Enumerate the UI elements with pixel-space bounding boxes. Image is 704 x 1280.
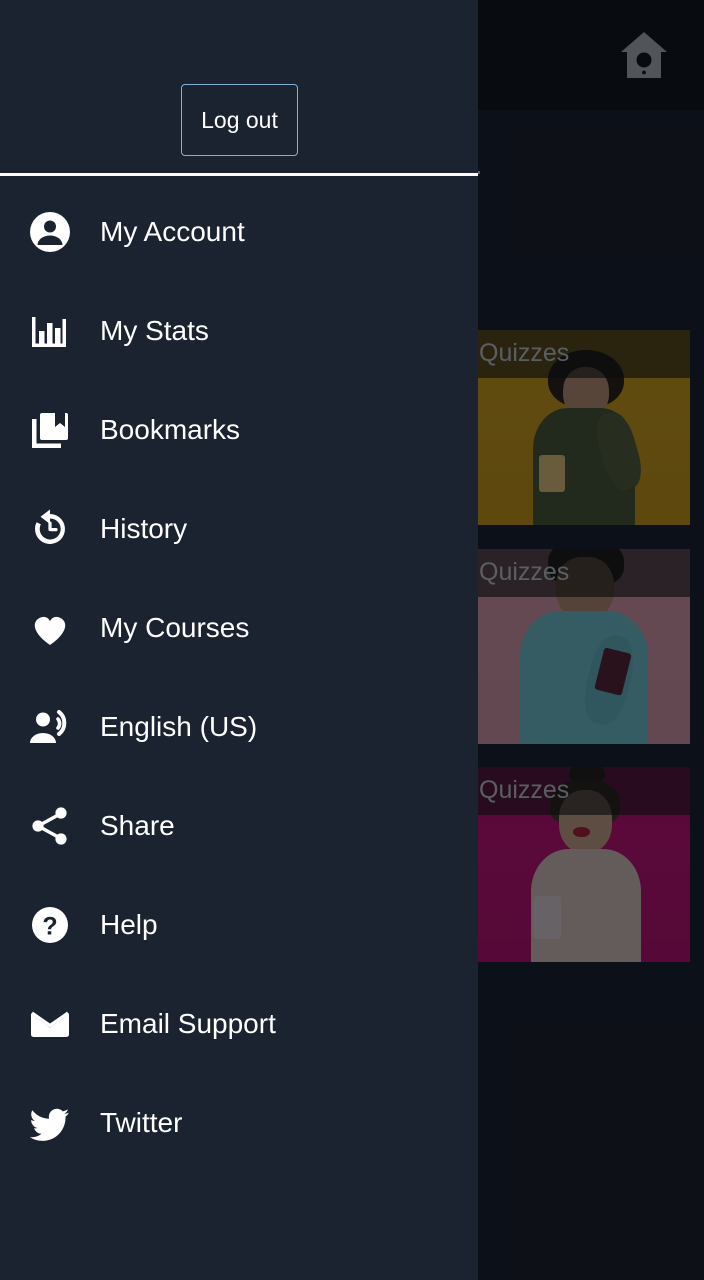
drawer-header-divider: [0, 173, 478, 176]
menu-item-label: Email Support: [100, 1007, 276, 1039]
menu-item-label: My Courses: [100, 611, 250, 643]
drawer-header: Log out: [0, 0, 478, 176]
share-icon: [28, 804, 72, 848]
menu-item-label: History: [100, 512, 188, 544]
menu-item-label: My Account: [100, 215, 245, 247]
menu-item-my-stats[interactable]: My Stats: [0, 281, 478, 380]
menu-item-bookmarks[interactable]: Bookmarks: [0, 380, 478, 479]
log-out-button[interactable]: Log out: [181, 84, 298, 156]
menu-item-label: Share: [100, 809, 175, 841]
record-voice-over-icon: [28, 705, 72, 749]
drawer-menu-list: My Account My Stats Bookmarks History My…: [0, 182, 478, 1172]
menu-item-my-account[interactable]: My Account: [0, 182, 478, 281]
menu-item-share[interactable]: Share: [0, 776, 478, 875]
bar-chart-icon: [28, 309, 72, 353]
svg-text:?: ?: [42, 912, 57, 940]
menu-item-twitter[interactable]: Twitter: [0, 1073, 478, 1172]
menu-item-label: Help: [100, 908, 158, 940]
menu-item-label: My Stats: [100, 314, 209, 346]
menu-item-history[interactable]: History: [0, 479, 478, 578]
bookmarks-icon: [28, 408, 72, 452]
email-icon: [28, 1002, 72, 1046]
menu-item-label: Bookmarks: [100, 413, 241, 445]
menu-item-email-support[interactable]: Email Support: [0, 974, 478, 1073]
app-screen: xpressions Quizzes Quizzes: [0, 0, 704, 1280]
account-circle-icon: [28, 210, 72, 254]
help-circle-icon: ?: [28, 903, 72, 947]
menu-item-label: Twitter: [100, 1106, 183, 1138]
drawer-scrim-overlay[interactable]: [478, 0, 704, 1280]
menu-item-language[interactable]: English (US): [0, 677, 478, 776]
twitter-bird-icon: [28, 1101, 72, 1145]
heart-icon: [28, 606, 72, 650]
menu-item-label: English (US): [100, 710, 258, 742]
history-icon: [28, 507, 72, 551]
menu-item-my-courses[interactable]: My Courses: [0, 578, 478, 677]
menu-item-help[interactable]: ? Help: [0, 875, 478, 974]
navigation-drawer: Log out My Account My Stats Bookmarks Hi…: [0, 0, 478, 1280]
